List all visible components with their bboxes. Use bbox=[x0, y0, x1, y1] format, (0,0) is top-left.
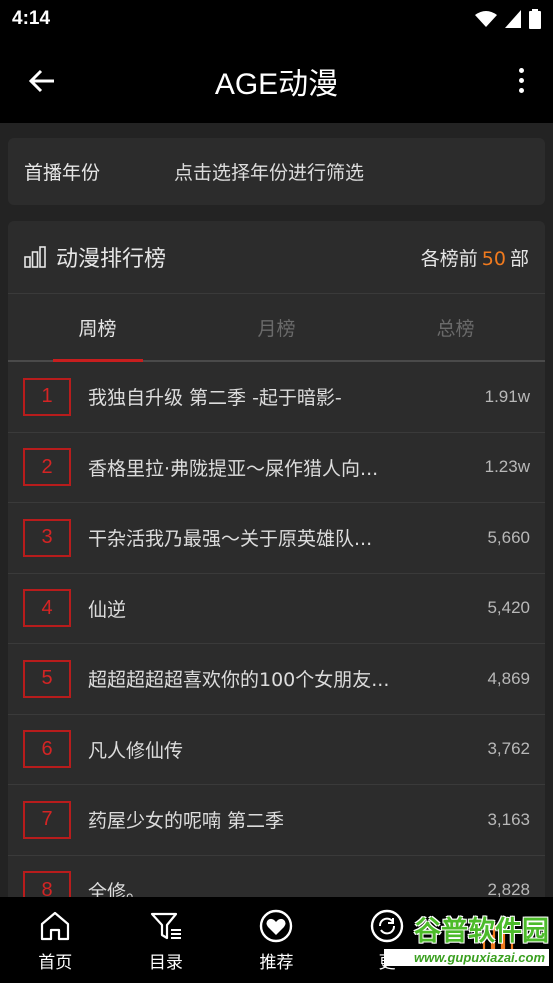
list-item[interactable]: 6 凡人修仙传 3,762 bbox=[8, 715, 545, 785]
more-vertical-icon bbox=[518, 67, 524, 73]
ranking-header: 动漫排行榜 各榜前 50 部 bbox=[8, 221, 545, 294]
nav-ranking[interactable] bbox=[442, 897, 553, 983]
rank-number: 1 bbox=[23, 377, 71, 416]
nav-catalog-label: 目录 bbox=[148, 952, 183, 973]
arrow-left-icon bbox=[28, 69, 54, 92]
status-icons bbox=[475, 9, 541, 29]
rank-number: 3 bbox=[23, 518, 71, 557]
more-options-button[interactable] bbox=[503, 50, 539, 110]
ranking-card: 动漫排行榜 各榜前 50 部 周榜 月榜 总榜 1 我独自升级 第二季 -起于暗影-… bbox=[8, 221, 545, 921]
ranking-list: 1 我独自升级 第二季 -起于暗影- 1.91w 2 香格里拉·弗陇提亚～屎作猎… bbox=[8, 362, 545, 921]
heart-circle-icon bbox=[260, 909, 293, 942]
app-title: AGE动漫 bbox=[214, 67, 339, 101]
tab-monthly[interactable]: 月榜 bbox=[187, 294, 366, 360]
rank-number: 7 bbox=[23, 800, 71, 839]
ranking-top-count: 各榜前 50 部 bbox=[421, 244, 529, 271]
anime-title: 干杂活我乃最强～关于原英雄队... bbox=[88, 528, 373, 551]
nav-update[interactable]: 更 bbox=[332, 897, 443, 983]
nav-recommend-label: 推荐 bbox=[259, 952, 294, 973]
year-filter[interactable]: 首播年份 点击选择年份进行筛选 bbox=[8, 138, 545, 205]
ranking-top-number: 50 bbox=[481, 247, 506, 270]
tab-weekly[interactable]: 周榜 bbox=[8, 294, 187, 362]
anime-title: 凡人修仙传 bbox=[88, 739, 184, 762]
anime-title: 超超超超超喜欢你的100个女朋友... bbox=[88, 669, 390, 692]
view-count: 3,163 bbox=[487, 809, 530, 829]
rank-number: 2 bbox=[23, 448, 71, 487]
app-bar: AGE动漫 bbox=[0, 38, 553, 123]
ranking-icon bbox=[482, 924, 513, 954]
rank-number: 4 bbox=[23, 589, 71, 628]
list-item[interactable]: 7 药屋少女的呢喃 第二季 3,163 bbox=[8, 785, 545, 856]
view-count: 1.91w bbox=[484, 386, 530, 406]
status-bar: 4:14 bbox=[0, 0, 553, 38]
list-item[interactable]: 3 干杂活我乃最强～关于原英雄队... 5,660 bbox=[8, 503, 545, 574]
view-count: 5,660 bbox=[487, 527, 530, 547]
rank-number: 5 bbox=[23, 659, 71, 698]
filter-list-icon bbox=[150, 912, 181, 939]
nav-catalog[interactable]: 目录 bbox=[111, 897, 222, 983]
view-count: 3,762 bbox=[487, 739, 530, 759]
nav-recommend[interactable]: 推荐 bbox=[221, 897, 332, 983]
rank-number: 6 bbox=[23, 730, 71, 769]
wifi-icon bbox=[475, 11, 497, 27]
nav-update-label: 更 bbox=[378, 952, 396, 973]
status-time: 4:14 bbox=[12, 8, 51, 29]
year-filter-label: 首播年份 bbox=[24, 162, 101, 184]
list-item[interactable]: 4 仙逆 5,420 bbox=[8, 574, 545, 644]
view-count: 1.23w bbox=[484, 457, 530, 477]
anime-title: 香格里拉·弗陇提亚～屎作猎人向... bbox=[88, 457, 379, 480]
ranking-top-prefix: 各榜前 bbox=[420, 247, 478, 270]
battery-icon bbox=[529, 9, 541, 29]
tab-total[interactable]: 总榜 bbox=[366, 294, 545, 360]
home-icon bbox=[41, 911, 70, 940]
anime-title: 仙逆 bbox=[88, 598, 127, 621]
ranking-title: 动漫排行榜 bbox=[56, 247, 167, 272]
view-count: 4,869 bbox=[487, 668, 530, 688]
bottom-nav: 首页 目录 推荐 更 bbox=[0, 897, 553, 983]
anime-title: 我独自升级 第二季 -起于暗影- bbox=[88, 387, 342, 410]
back-button[interactable] bbox=[12, 51, 72, 111]
bar-chart-icon bbox=[24, 246, 46, 268]
list-item[interactable]: 5 超超超超超喜欢你的100个女朋友... 4,869 bbox=[8, 644, 545, 715]
signal-icon bbox=[505, 10, 521, 28]
view-count: 5,420 bbox=[487, 598, 530, 618]
ranking-top-suffix: 部 bbox=[509, 247, 529, 270]
nav-home[interactable]: 首页 bbox=[0, 897, 111, 983]
anime-title: 药屋少女的呢喃 第二季 bbox=[88, 810, 285, 833]
year-filter-hint[interactable]: 点击选择年份进行筛选 bbox=[174, 158, 364, 185]
nav-home-label: 首页 bbox=[38, 952, 73, 973]
list-item[interactable]: 2 香格里拉·弗陇提亚～屎作猎人向... 1.23w bbox=[8, 433, 545, 503]
refresh-circle-icon bbox=[370, 909, 404, 942]
list-item[interactable]: 1 我独自升级 第二季 -起于暗影- 1.91w bbox=[8, 362, 545, 433]
ranking-tabs: 周榜 月榜 总榜 bbox=[8, 294, 545, 362]
